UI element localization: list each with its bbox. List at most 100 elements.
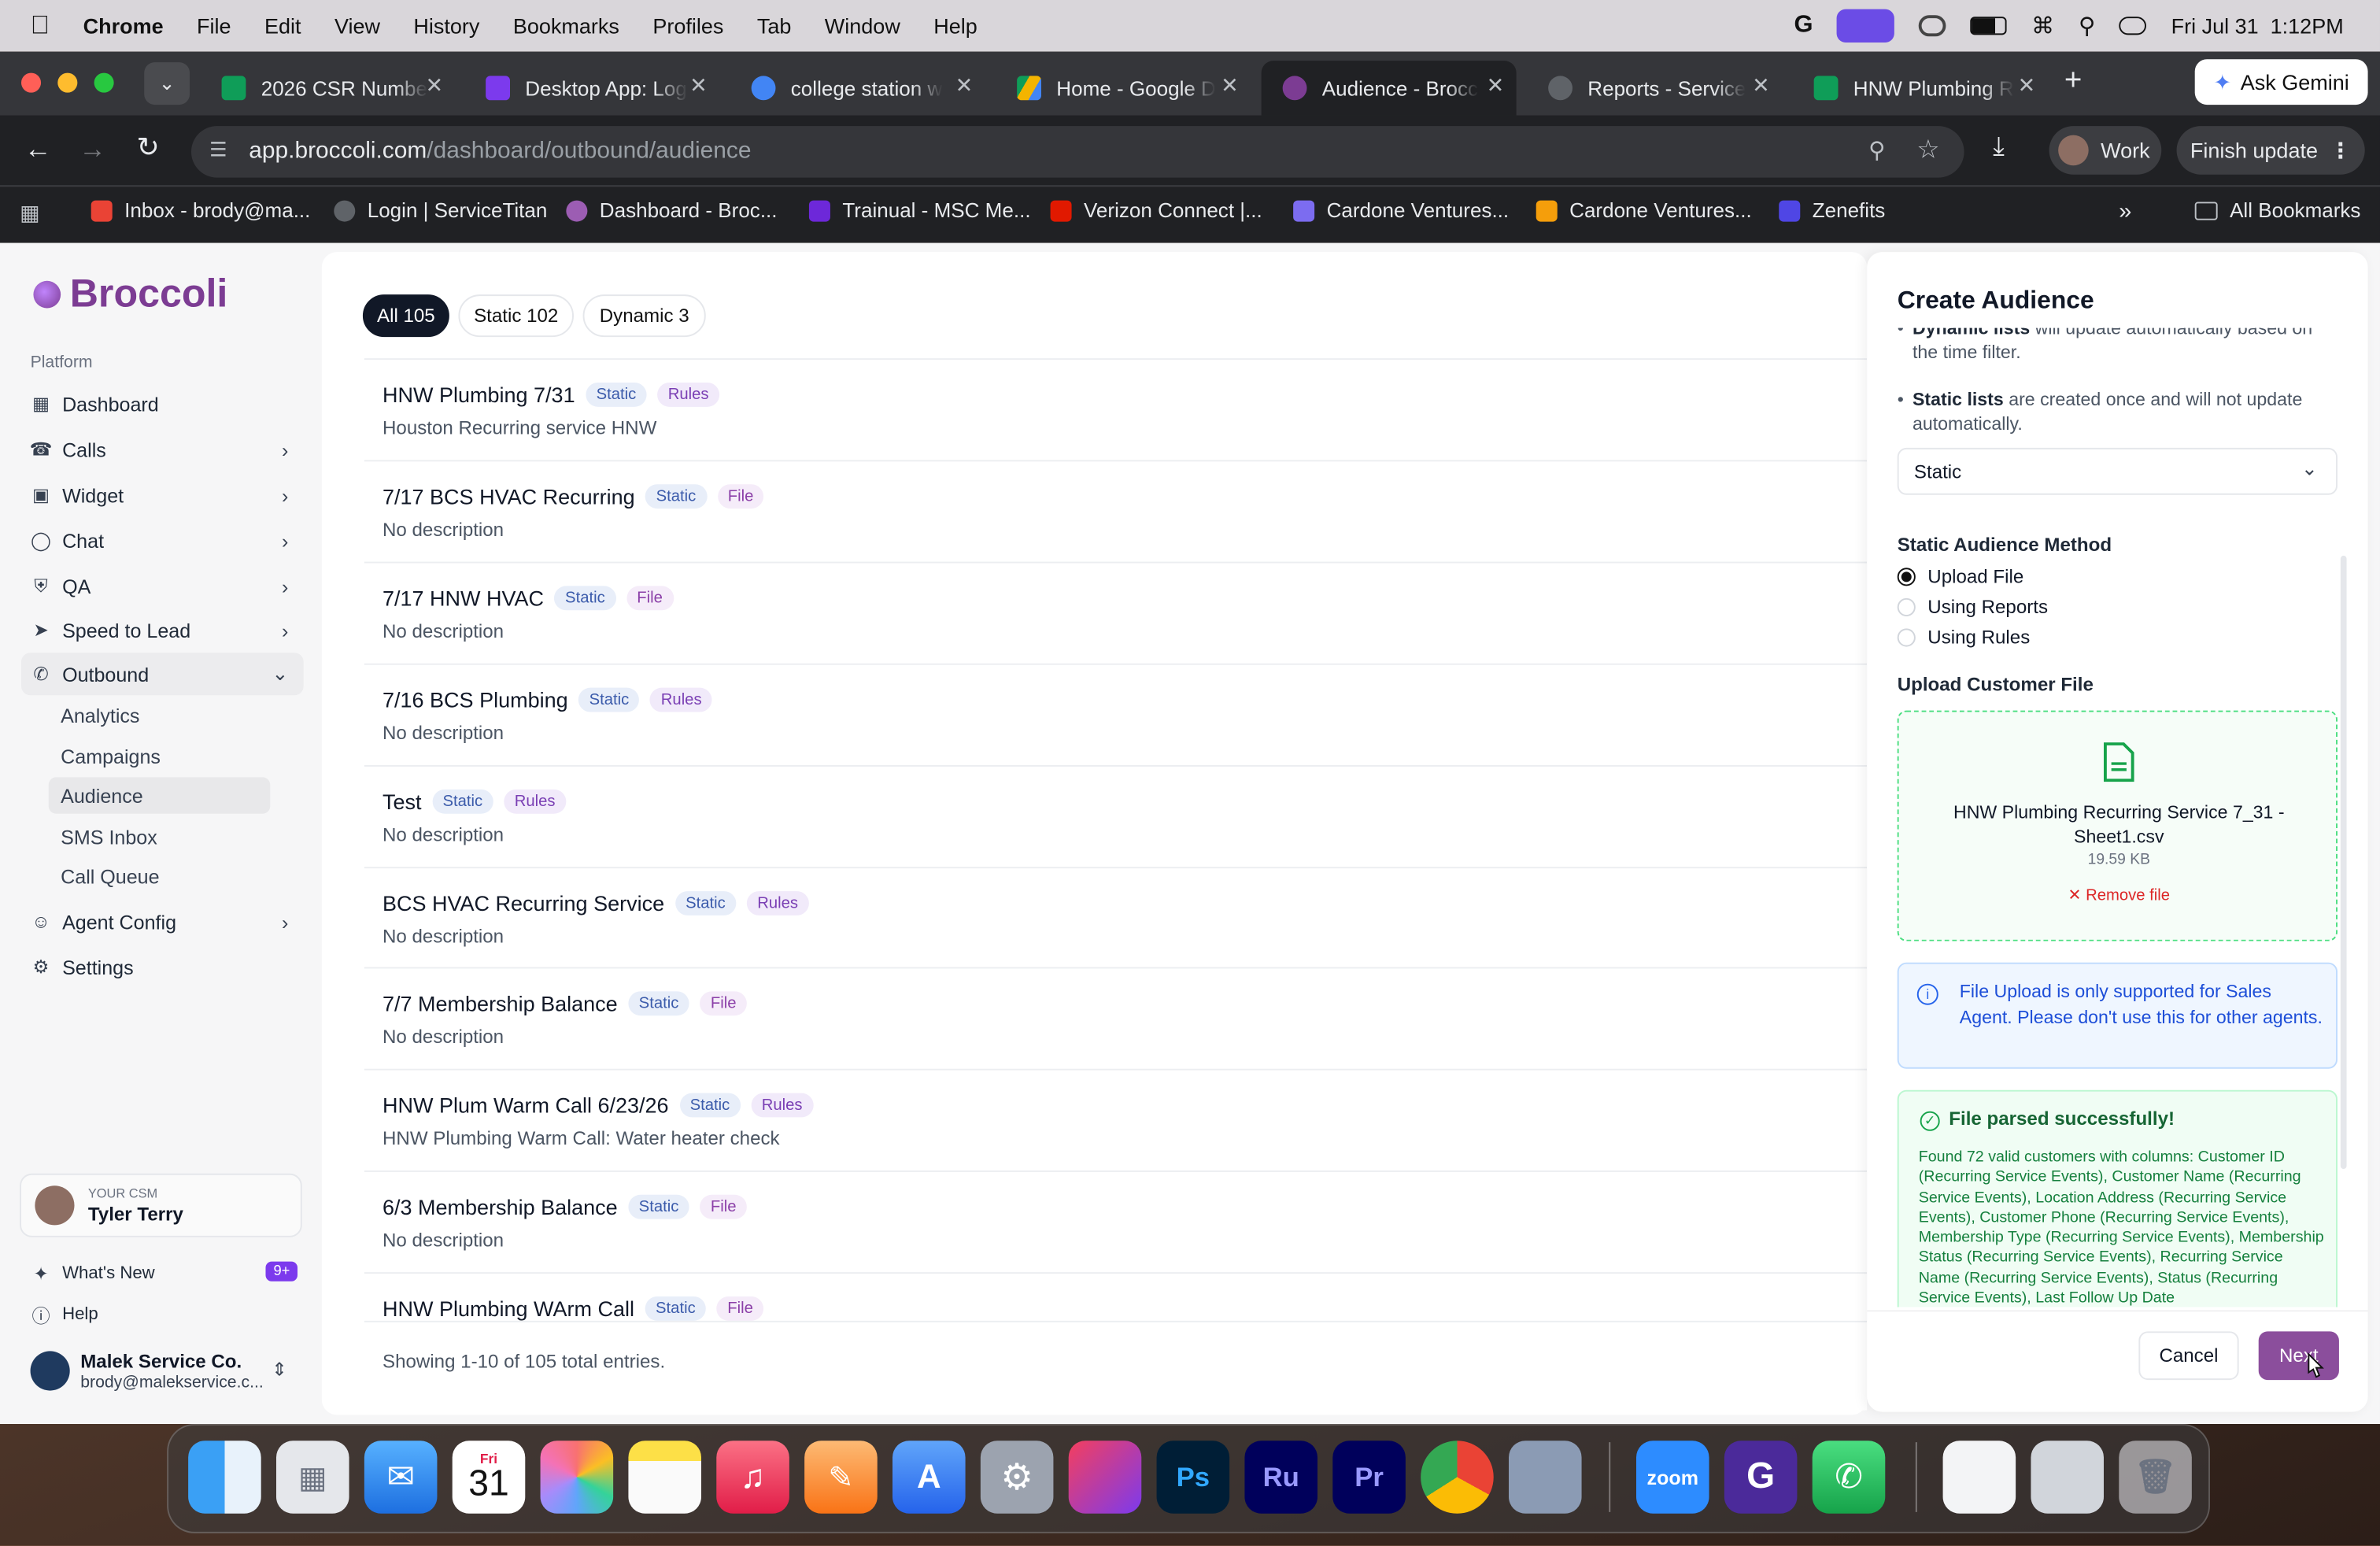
menu-history[interactable]: History xyxy=(413,13,479,38)
minimize-window-button[interactable] xyxy=(57,72,78,93)
table-row[interactable]: BCS HVAC Recurring Service Static Rules No … xyxy=(364,866,1868,967)
document-stack-icon[interactable] xyxy=(1942,1441,2016,1514)
bookmark-trainual[interactable]: Trainual - MSC Me... xyxy=(808,199,1031,222)
remove-file-button[interactable]: ✕ Remove file xyxy=(1899,886,2339,904)
all-bookmarks[interactable]: All Bookmarks xyxy=(2194,199,2360,222)
bookmark-verizon[interactable]: Verizon Connect |... xyxy=(1050,199,1262,222)
menu-tab[interactable]: Tab xyxy=(757,13,792,38)
control-center-icon[interactable] xyxy=(2119,17,2147,35)
tab-college-station[interactable]: college station w ✕ xyxy=(730,61,985,115)
zoom-icon[interactable]: zoom xyxy=(1635,1441,1709,1514)
table-row[interactable]: Test Static Rules No description xyxy=(364,764,1868,866)
menu-profiles[interactable]: Profiles xyxy=(652,13,723,38)
menu-view[interactable]: View xyxy=(334,13,380,38)
sidebar-item-dashboard[interactable]: ▦ Dashboard xyxy=(21,383,304,425)
close-window-button[interactable] xyxy=(20,72,42,93)
trash-icon[interactable]: 🗑 xyxy=(2119,1441,2192,1514)
ask-gemini-button[interactable]: ✦ Ask Gemini xyxy=(2194,59,2368,105)
sidebar-item-outbound[interactable]: ✆ Outbound ⌄ xyxy=(20,653,304,696)
creative-cloud-app-icon[interactable] xyxy=(1068,1441,1142,1514)
bookmark-servicetitan[interactable]: Login | ServiceTitan xyxy=(334,199,547,222)
menu-bookmarks[interactable]: Bookmarks xyxy=(513,13,619,38)
tab-audience-broccoli[interactable]: Audience - Brocc ✕ xyxy=(1261,61,1517,116)
close-tab-icon[interactable]: ✕ xyxy=(689,73,708,99)
table-row[interactable]: 7/17 HNW HVAC Static File No description xyxy=(364,561,1868,663)
notes-icon[interactable] xyxy=(628,1441,701,1514)
grammarly-icon[interactable]: G xyxy=(1794,12,1813,39)
csm-card[interactable]: YOUR CSM Tyler Terry xyxy=(20,1173,302,1237)
table-row[interactable]: HNW Plum Warm Call 6/23/26 Static Rules HNW… xyxy=(364,1069,1868,1171)
table-row[interactable]: 7/17 BCS HVAC Recurring Static File No desc… xyxy=(364,460,1868,561)
site-info-icon[interactable]: ☰ xyxy=(209,138,227,162)
battery-icon[interactable] xyxy=(1971,17,2008,35)
sidebar-sub-audience[interactable]: Audience xyxy=(48,777,271,814)
radio-using-rules[interactable]: Using Rules xyxy=(1897,627,2030,648)
photoshop-icon[interactable]: Ps xyxy=(1156,1441,1230,1514)
address-bar[interactable]: ☰ app.broccoli.com/dashboard/outbound/au… xyxy=(190,126,1964,178)
drawer-scrollbar[interactable] xyxy=(2340,555,2347,1169)
sidebar-sub-campaigns[interactable]: Campaigns xyxy=(49,738,271,774)
sidebar-sub-analytics[interactable]: Analytics xyxy=(49,697,271,733)
sidebar-item-whats-new[interactable]: ✦ What's New 9+ xyxy=(21,1252,304,1295)
launchpad-icon[interactable]: ▦ xyxy=(275,1441,349,1514)
calendar-icon[interactable]: Fri 31 xyxy=(452,1441,526,1514)
zoom-icon[interactable]: ⚲ xyxy=(1868,137,1885,164)
menu-window[interactable]: Window xyxy=(825,13,900,38)
premiere-pro-icon[interactable]: Pr xyxy=(1332,1441,1406,1514)
apple-icon[interactable]:  xyxy=(31,10,50,41)
back-icon[interactable]: ← xyxy=(24,134,52,165)
tab-google-drive[interactable]: Home - Google D ✕ xyxy=(996,61,1251,115)
bookmark-star-icon[interactable]: ☆ xyxy=(1916,135,1939,166)
menubar-clock[interactable]: Fri Jul 31 1:12PM xyxy=(2171,13,2344,38)
photos-icon[interactable] xyxy=(540,1441,614,1514)
sidebar-item-agent-config[interactable]: ☺ Agent Config › xyxy=(21,901,304,943)
table-row[interactable]: 7/7 Membership Balance Static File No descr… xyxy=(364,967,1868,1069)
cancel-button[interactable]: Cancel xyxy=(2138,1331,2239,1381)
close-tab-icon[interactable]: ✕ xyxy=(1221,73,1239,99)
next-button[interactable]: Next xyxy=(2258,1331,2339,1381)
table-row[interactable]: 6/3 Membership Balance Static File No descr… xyxy=(364,1171,1868,1272)
menu-edit[interactable]: Edit xyxy=(264,13,301,38)
tab-hnw-plumbing[interactable]: HNW Plumbing R ✕ xyxy=(1793,61,2048,115)
new-tab-icon[interactable]: + xyxy=(2064,64,2082,98)
tab-search-button[interactable]: ⌄ xyxy=(144,62,190,105)
close-tab-icon[interactable]: ✕ xyxy=(1487,73,1505,99)
sidebar-item-qa[interactable]: ⛨ QA › xyxy=(21,564,304,607)
more-bookmarks-icon[interactable]: » xyxy=(2119,199,2131,225)
filter-dynamic[interactable]: Dynamic 3 xyxy=(582,294,706,338)
bookmark-cardone-1[interactable]: Cardone Ventures... xyxy=(1293,199,1509,222)
apps-grid-icon[interactable]: ▦ xyxy=(20,201,40,227)
bookmark-cardone-2[interactable]: Cardone Ventures... xyxy=(1536,199,1752,222)
org-switcher[interactable]: Malek Service Co. brody@malekservice.c..… xyxy=(21,1345,304,1400)
sidebar-sub-sms-inbox[interactable]: SMS Inbox xyxy=(49,818,271,854)
menu-help[interactable]: Help xyxy=(933,13,978,38)
simulator-icon[interactable] xyxy=(1508,1441,1582,1514)
list-type-select[interactable]: Static ⌄ xyxy=(1897,447,2338,495)
bookmark-inbox[interactable]: Inbox - brody@ma... xyxy=(91,199,310,222)
creative-cloud-icon[interactable] xyxy=(1919,15,1947,37)
spotlight-search-icon[interactable]: ⚲ xyxy=(2079,12,2095,39)
finish-update-button[interactable]: Finish update ⋮ xyxy=(2176,126,2365,175)
sidebar-item-widget[interactable]: ▣ Widget › xyxy=(21,474,304,516)
screenshot-stack-icon[interactable] xyxy=(2031,1441,2104,1514)
broccoli-logo[interactable]: Broccoli xyxy=(33,270,227,317)
extensions-download-icon[interactable]: ⤓ xyxy=(1993,132,2004,163)
tab-reports-service[interactable]: Reports - Service ✕ xyxy=(1527,61,1782,115)
mail-icon[interactable]: ✉ xyxy=(364,1441,438,1514)
filter-all[interactable]: All 105 xyxy=(362,294,449,338)
music-icon[interactable]: ♫ xyxy=(716,1441,789,1514)
menu-app-name[interactable]: Chrome xyxy=(83,13,164,38)
reload-icon[interactable]: ↻ xyxy=(137,132,160,164)
forward-icon[interactable]: → xyxy=(79,134,106,165)
radio-upload-file[interactable]: Upload File xyxy=(1897,566,2023,587)
sidebar-item-speed-to-lead[interactable]: ➤ Speed to Lead › xyxy=(21,608,304,651)
table-row[interactable]: HNW Plumbing 7/31 Static Rules Houston Recu… xyxy=(364,358,1868,460)
phone-icon[interactable]: ✆ xyxy=(1812,1441,1886,1514)
finder-icon[interactable] xyxy=(188,1441,261,1514)
close-tab-icon[interactable]: ✕ xyxy=(426,73,444,99)
zoom-window-button[interactable] xyxy=(94,72,114,93)
bookmark-zenefits[interactable]: Zenefits xyxy=(1779,199,1885,222)
profile-chip[interactable]: Work xyxy=(2049,126,2162,175)
bookmark-broccoli[interactable]: Dashboard - Broc... xyxy=(566,199,778,222)
close-tab-icon[interactable]: ✕ xyxy=(2018,73,2036,99)
